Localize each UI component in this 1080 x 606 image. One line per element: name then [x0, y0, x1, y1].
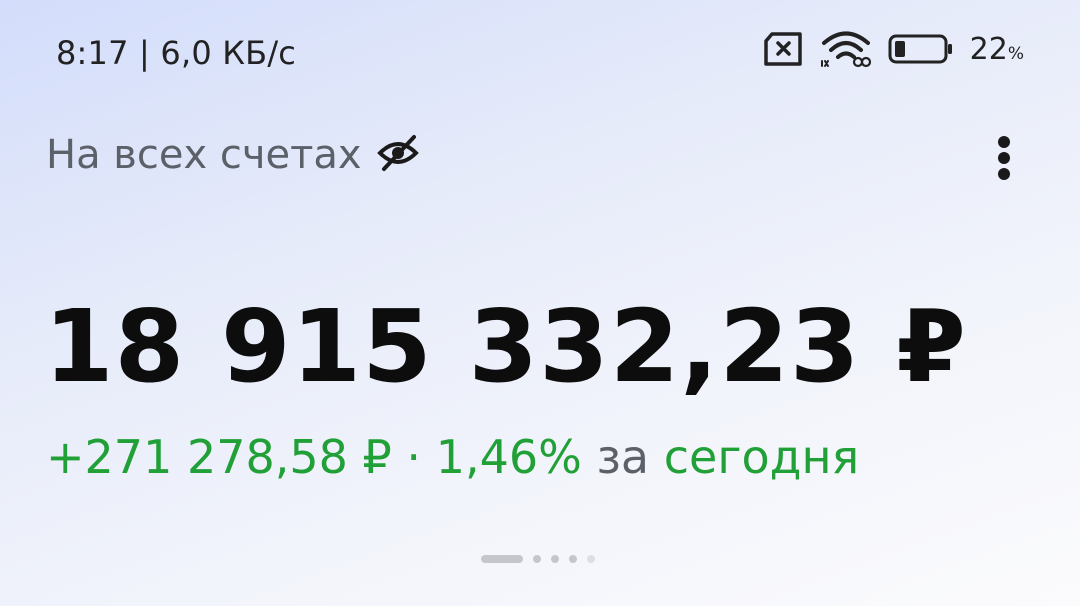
page-indicator-dot	[533, 555, 541, 563]
daily-change: +271 278,58 ₽ · 1,46% за сегодня	[46, 430, 859, 484]
page-indicator-active	[481, 555, 523, 563]
page-indicator-dot	[587, 555, 595, 563]
change-separator: ·	[391, 430, 436, 484]
sim-error-icon	[762, 32, 804, 66]
change-amount: +271 278,58 ₽	[46, 430, 392, 484]
status-bar: 8:17 | 6,0 КБ/с 22%	[0, 0, 1080, 108]
battery-icon	[888, 34, 954, 64]
change-period-prefix: за	[581, 430, 664, 484]
more-vertical-dot	[998, 152, 1010, 164]
more-vertical-dot	[998, 168, 1010, 180]
page-title: На всех счетах	[46, 132, 362, 178]
more-vertical-icon	[998, 136, 1010, 148]
status-icons: 22%	[762, 30, 1024, 68]
wifi-icon	[820, 30, 872, 68]
total-balance: 18 915 332,23 ₽	[44, 288, 967, 405]
battery-percent: 22%	[969, 31, 1024, 67]
page-indicator-dot	[551, 555, 559, 563]
accounts-header: На всех счетах	[46, 132, 420, 178]
page-indicator-dot	[569, 555, 577, 563]
change-period: сегодня	[663, 430, 860, 484]
eye-off-icon[interactable]	[376, 133, 420, 178]
more-menu-button[interactable]	[992, 134, 1016, 182]
status-time-speed: 8:17 | 6,0 КБ/с	[56, 34, 297, 72]
change-percent: 1,46%	[435, 430, 582, 484]
page-indicator	[481, 555, 595, 563]
